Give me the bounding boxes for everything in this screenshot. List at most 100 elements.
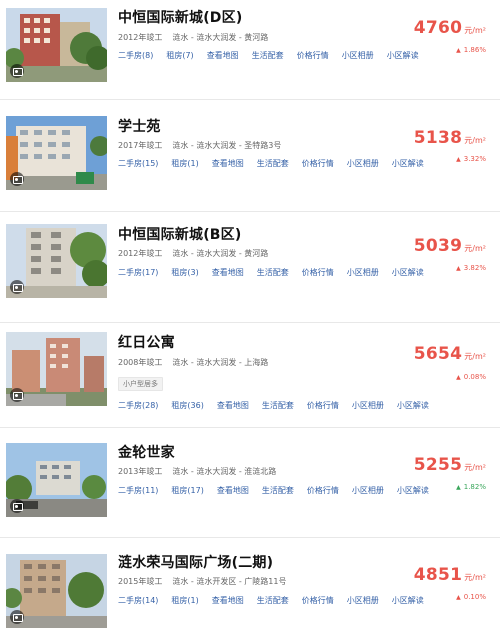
link-album[interactable]: 小区相册 [347,596,379,605]
community-card[interactable]: 涟水荣马国际广场(二期) 2015年竣工 涟水 - 涟水开发区 - 广陵路11号 … [0,538,500,633]
price-block: 4760 元/m² [414,18,486,38]
camera-icon [10,610,24,624]
arrow-up-icon: ▲ [456,47,461,54]
community-card[interactable]: 金轮世家 2013年竣工 涟水 - 涟水大润发 - 淮涟北路 二手房(11) 租房(… [0,428,500,537]
community-links: 二手房(8) 租房(7) 查看地图 生活配套 价格行情 小区相册 小区解读 [118,50,432,61]
price-block: 5255 元/m² [414,455,486,475]
community-photo[interactable] [6,443,107,517]
community-info: 2012年竣工 涟水 - 涟水大润发 - 黄河路 [118,33,269,42]
price-change: ▲ 0.08% [456,373,486,381]
link-map[interactable]: 查看地图 [212,268,244,277]
link-second-hand[interactable]: 二手房(11) [118,486,158,495]
camera-icon [10,64,24,78]
price-value: 5255 [413,455,463,475]
community-photo[interactable] [6,224,107,298]
community-name[interactable]: 涟水荣马国际广场(二期) [118,552,273,572]
arrow-up-icon: ▲ [456,484,461,491]
arrow-up-icon: ▲ [456,594,461,601]
price-value: 5039 [413,236,463,256]
price-unit: 元/m² [464,463,486,472]
price-value: 4851 [413,565,463,585]
link-map[interactable]: 查看地图 [217,401,249,410]
price-unit: 元/m² [464,352,486,361]
link-price-trend[interactable]: 价格行情 [307,401,339,410]
community-links: 二手房(15) 租房(1) 查看地图 生活配套 价格行情 小区相册 小区解读 [118,158,437,169]
link-analysis[interactable]: 小区解读 [387,51,419,60]
link-price-trend[interactable]: 价格行情 [297,51,329,60]
price-block: 5654 元/m² [414,344,486,364]
price-value: 4760 [413,18,463,38]
community-name[interactable]: 红日公寓 [118,332,175,352]
community-name[interactable]: 中恒国际新城(B区) [118,224,241,244]
camera-icon [10,172,24,186]
community-photo[interactable] [6,332,107,406]
link-rent[interactable]: 租房(7) [166,51,193,60]
camera-icon [10,280,24,294]
community-info: 2017年竣工 涟水 - 涟水大润发 - 圣特路3号 [118,141,282,150]
arrow-up-icon: ▲ [456,156,461,163]
community-card[interactable]: 红日公寓 2008年竣工 涟水 - 涟水大润发 - 上海路 小户型居多 二手房(2… [0,323,500,427]
link-rent[interactable]: 租房(1) [171,596,198,605]
link-second-hand[interactable]: 二手房(14) [118,596,158,605]
price-unit: 元/m² [464,573,486,582]
link-rent[interactable]: 租房(3) [171,268,198,277]
community-info: 2012年竣工 涟水 - 涟水大润发 - 黄河路 [118,249,269,258]
link-rent[interactable]: 租房(36) [171,401,203,410]
link-album[interactable]: 小区相册 [352,486,384,495]
link-amenities[interactable]: 生活配套 [257,596,289,605]
link-amenities[interactable]: 生活配套 [262,401,294,410]
community-info: 2015年竣工 涟水 - 涟水开发区 - 广陵路11号 [118,577,287,586]
community-list: 中恒国际新城(D区) 2012年竣工 涟水 - 涟水大润发 - 黄河路 二手房(8… [0,0,500,633]
link-amenities[interactable]: 生活配套 [257,159,289,168]
link-amenities[interactable]: 生活配套 [262,486,294,495]
price-change: ▲ 3.32% [456,155,486,163]
community-name[interactable]: 中恒国际新城(D区) [118,7,242,27]
community-card[interactable]: 学士苑 2017年竣工 涟水 - 涟水大润发 - 圣特路3号 二手房(15) 租房(… [0,100,500,211]
link-map[interactable]: 查看地图 [212,159,244,168]
community-card[interactable]: 中恒国际新城(B区) 2012年竣工 涟水 - 涟水大润发 - 黄河路 二手房(1… [0,212,500,322]
link-analysis[interactable]: 小区解读 [392,159,424,168]
link-album[interactable]: 小区相册 [342,51,374,60]
link-album[interactable]: 小区相册 [347,268,379,277]
community-name[interactable]: 学士苑 [118,116,161,136]
link-amenities[interactable]: 生活配套 [252,51,284,60]
community-links: 二手房(14) 租房(1) 查看地图 生活配套 价格行情 小区相册 小区解读 [118,595,437,606]
community-card[interactable]: 中恒国际新城(D区) 2012年竣工 涟水 - 涟水大润发 - 黄河路 二手房(8… [0,0,500,99]
link-analysis[interactable]: 小区解读 [392,596,424,605]
price-unit: 元/m² [464,136,486,145]
link-second-hand[interactable]: 二手房(15) [118,159,158,168]
link-price-trend[interactable]: 价格行情 [302,596,334,605]
camera-icon [10,499,24,513]
link-rent[interactable]: 租房(1) [171,159,198,168]
link-map[interactable]: 查看地图 [217,486,249,495]
price-value: 5138 [413,128,463,148]
camera-icon [10,388,24,402]
link-rent[interactable]: 租房(17) [171,486,203,495]
community-tag: 小户型居多 [118,377,163,391]
community-photo[interactable] [6,8,107,82]
price-change: ▲ 1.86% [456,46,486,54]
link-map[interactable]: 查看地图 [207,51,239,60]
community-photo[interactable] [6,554,107,628]
link-analysis[interactable]: 小区解读 [397,401,429,410]
link-price-trend[interactable]: 价格行情 [302,159,334,168]
link-price-trend[interactable]: 价格行情 [307,486,339,495]
link-map[interactable]: 查看地图 [212,596,244,605]
arrow-up-icon: ▲ [456,265,461,272]
link-album[interactable]: 小区相册 [347,159,379,168]
community-links: 二手房(28) 租房(36) 查看地图 生活配套 价格行情 小区相册 小区解读 [118,400,442,411]
arrow-up-icon: ▲ [456,374,461,381]
link-second-hand[interactable]: 二手房(28) [118,401,158,410]
link-amenities[interactable]: 生活配套 [257,268,289,277]
link-second-hand[interactable]: 二手房(8) [118,51,153,60]
link-analysis[interactable]: 小区解读 [397,486,429,495]
community-name[interactable]: 金轮世家 [118,442,175,462]
community-photo[interactable] [6,116,107,190]
link-album[interactable]: 小区相册 [352,401,384,410]
price-change: ▲ 3.82% [456,264,486,272]
link-analysis[interactable]: 小区解读 [392,268,424,277]
community-info: 2008年竣工 涟水 - 涟水大润发 - 上海路 [118,358,269,367]
community-info: 2013年竣工 涟水 - 涟水大润发 - 淮涟北路 [118,467,277,476]
link-price-trend[interactable]: 价格行情 [302,268,334,277]
link-second-hand[interactable]: 二手房(17) [118,268,158,277]
